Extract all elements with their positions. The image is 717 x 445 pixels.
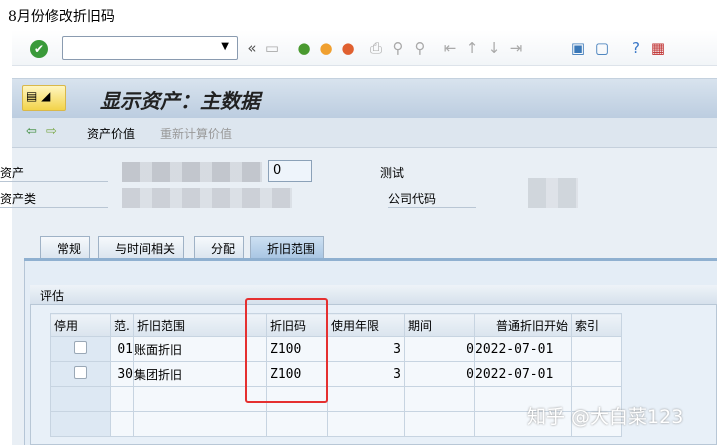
index-cell[interactable] bbox=[571, 336, 622, 362]
table-row[interactable]: 30 集团折旧 Z100 3 0 2022-07-01 bbox=[50, 361, 622, 387]
tab-general[interactable]: 常规 bbox=[40, 236, 91, 258]
deactivate-checkbox[interactable] bbox=[74, 366, 87, 379]
find-next-icon[interactable]: ⚲ bbox=[410, 38, 430, 58]
dep-start-cell[interactable]: 2022-07-01 bbox=[474, 336, 572, 362]
previous-object-icon[interactable]: ⇦ bbox=[26, 124, 37, 139]
shortcut-icon[interactable]: ▢ bbox=[592, 38, 612, 58]
save-icon[interactable]: ▭ bbox=[262, 38, 282, 58]
chevron-down-icon[interactable]: ▼ bbox=[221, 41, 229, 52]
periods-cell[interactable]: 0 bbox=[404, 336, 475, 362]
enter-check-icon[interactable]: ✔ bbox=[30, 40, 48, 58]
periods-cell[interactable]: 0 bbox=[404, 361, 475, 387]
asset-class-label: 资产类 bbox=[0, 188, 108, 208]
dep-start-cell[interactable]: 2022-07-01 bbox=[474, 361, 572, 387]
collapse-icon[interactable]: « bbox=[242, 38, 262, 58]
asset-values-button[interactable]: 资产价值 bbox=[87, 125, 135, 142]
system-toolbar: ✔ ▼ « ▭ ● ● ● ⎙ ⚲ ⚲ ⇤ ↑ ↓ ⇥ ▣ ▢ ? ▦ bbox=[12, 30, 717, 66]
customize-layout-icon[interactable]: ▦ bbox=[648, 38, 668, 58]
new-session-icon[interactable]: ▣ bbox=[568, 38, 588, 58]
highlight-box bbox=[245, 298, 328, 403]
page-title: 显示资产：主数据 bbox=[100, 89, 260, 113]
find-icon[interactable]: ⚲ bbox=[388, 38, 408, 58]
group-title: 评估 bbox=[30, 285, 717, 305]
caption: 8月份修改折旧码 bbox=[8, 9, 115, 25]
col-periods[interactable]: 期间 bbox=[404, 313, 475, 337]
asset-class-value bbox=[122, 188, 292, 208]
table-header: 停用 范. 折旧范围 折旧码 使用年限 期间 普通折旧开始 索引 bbox=[50, 313, 622, 337]
asset-description: 测试 bbox=[380, 166, 405, 180]
useful-life-cell[interactable]: 3 bbox=[327, 361, 405, 387]
command-field[interactable]: ▼ bbox=[62, 36, 238, 60]
col-dep-start[interactable]: 普通折旧开始 bbox=[474, 313, 572, 337]
tab-assignments[interactable]: 分配 bbox=[194, 236, 245, 258]
asset-label: 资产 bbox=[0, 162, 108, 182]
area-cell: 01 bbox=[110, 336, 134, 362]
index-cell[interactable] bbox=[571, 361, 622, 387]
prev-page-icon[interactable]: ↑ bbox=[462, 38, 482, 58]
col-index[interactable]: 索引 bbox=[571, 313, 622, 337]
first-page-icon[interactable]: ⇤ bbox=[440, 38, 460, 58]
tab-depreciation-areas[interactable]: 折旧范围 bbox=[250, 236, 325, 258]
help-icon[interactable]: ? bbox=[626, 38, 646, 58]
application-toolbar: ⇦ ⇨ 资产价值 重新计算价值 bbox=[12, 118, 717, 148]
col-area[interactable]: 范. bbox=[110, 313, 134, 337]
deactivate-checkbox[interactable] bbox=[74, 341, 87, 354]
next-object-icon[interactable]: ⇨ bbox=[46, 124, 57, 139]
asset-number-field[interactable] bbox=[122, 162, 262, 182]
table-row[interactable]: 01 账面折旧 Z100 3 0 2022-07-01 bbox=[50, 336, 622, 362]
back-icon[interactable]: ● bbox=[294, 38, 314, 58]
exit-icon[interactable]: ● bbox=[316, 38, 336, 58]
recalculate-values-button[interactable]: 重新计算价值 bbox=[160, 125, 232, 142]
menu-icon[interactable]: ▤ ◢ bbox=[22, 85, 66, 111]
col-useful-life[interactable]: 使用年限 bbox=[327, 313, 405, 337]
title-bar: ▤ ◢ 显示资产：主数据 bbox=[12, 78, 717, 118]
last-page-icon[interactable]: ⇥ bbox=[506, 38, 526, 58]
useful-life-cell[interactable]: 3 bbox=[327, 336, 405, 362]
col-deactivated[interactable]: 停用 bbox=[50, 313, 111, 337]
area-cell: 30 bbox=[110, 361, 134, 387]
cancel-icon[interactable]: ● bbox=[338, 38, 358, 58]
company-code-label: 公司代码 bbox=[388, 188, 476, 208]
company-code-value bbox=[528, 178, 578, 208]
watermark: 知乎 @大白菜123 bbox=[527, 406, 684, 428]
next-page-icon[interactable]: ↓ bbox=[484, 38, 504, 58]
sub-number-field[interactable]: 0 bbox=[268, 160, 312, 182]
print-icon[interactable]: ⎙ bbox=[366, 38, 386, 58]
tab-time-dependent[interactable]: 与时间相关 bbox=[98, 236, 185, 258]
